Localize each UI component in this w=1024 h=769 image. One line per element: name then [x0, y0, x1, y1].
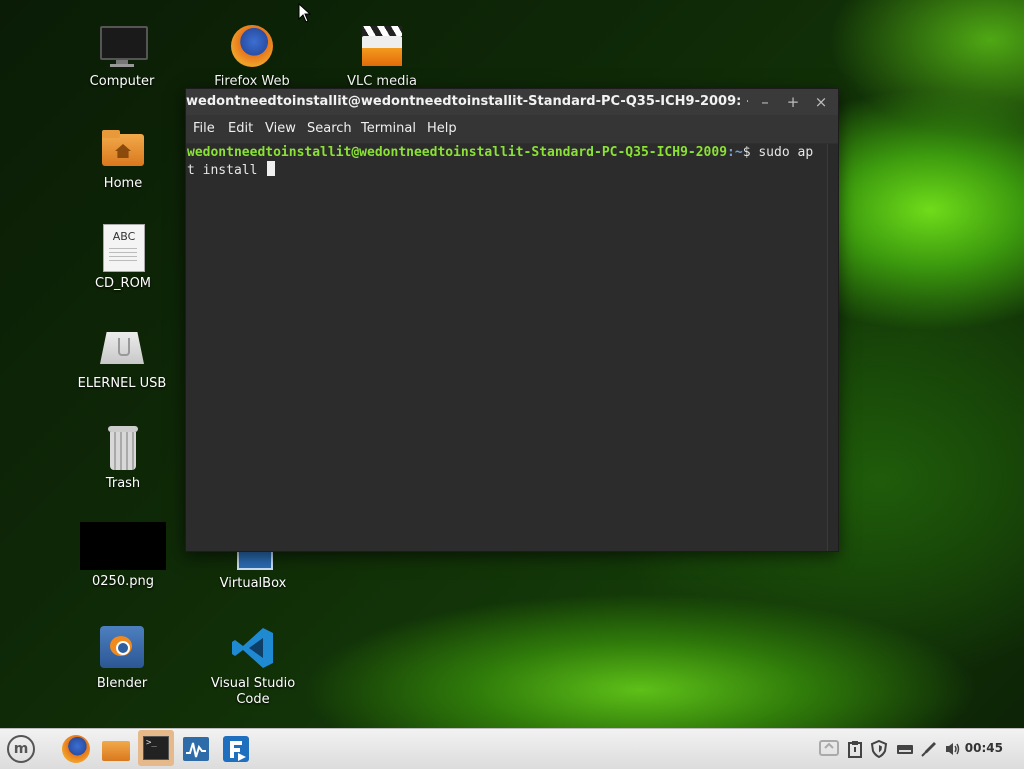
mint-menu-icon[interactable]: m — [5, 733, 37, 765]
desktop-icon-label: Computer — [89, 74, 155, 89]
scrollbar[interactable] — [827, 144, 838, 551]
desktop-icon-blender[interactable]: Blender — [72, 624, 172, 692]
mouse-pointer-icon — [298, 3, 312, 23]
menu-edit[interactable]: Edit — [228, 121, 253, 136]
pen-icon[interactable] — [920, 740, 938, 758]
terminal-window[interactable]: wedontneedtoinstallit@wedontneedtoinstal… — [185, 88, 839, 552]
computer-icon — [98, 22, 148, 70]
flash-app-icon[interactable] — [220, 733, 252, 765]
title-bar[interactable]: wedontneedtoinstallit@wedontneedtoinstal… — [186, 89, 838, 115]
prompt-symbol: $ — [742, 145, 751, 160]
update-manager-icon[interactable] — [818, 737, 840, 759]
menu-file[interactable]: File — [193, 121, 215, 136]
prompt-path: :~ — [727, 145, 743, 160]
menu-view[interactable]: View — [265, 121, 296, 136]
text-cursor — [267, 161, 276, 176]
vscode-icon — [229, 624, 277, 672]
desktop-icon-label: VirtualBox — [219, 576, 287, 591]
command-text: sudo ap — [750, 145, 814, 160]
desktop-icon-label: Visual Studio Code — [210, 676, 296, 707]
desktop-icon-label: CD_ROM — [94, 276, 152, 291]
menu-terminal[interactable]: Terminal — [361, 121, 416, 136]
shield-icon[interactable] — [870, 739, 888, 759]
desktop-icon-label: 0250.png — [92, 574, 154, 589]
desktop-icon-label: Blender — [96, 676, 148, 691]
window-title: wedontneedtoinstallit@wedontneedtoinstal… — [186, 94, 748, 109]
blender-icon — [98, 624, 146, 672]
desktop-icon-png[interactable]: 0250.png — [73, 522, 173, 590]
menu-bar: File Edit View Search Terminal Help — [186, 115, 838, 143]
desktop-icon-cdrom[interactable]: ABC CD_ROM — [73, 224, 173, 292]
command-text: t install — [187, 163, 266, 178]
network-icon[interactable] — [896, 740, 914, 758]
taskbar: m >_ 00:45 — [0, 728, 1024, 769]
minimize-button[interactable]: – — [756, 93, 774, 111]
terminal-line: wedontneedtoinstallit@wedontneedtoinstal… — [187, 144, 828, 161]
close-button[interactable]: × — [812, 93, 830, 111]
volume-icon[interactable] — [944, 740, 962, 758]
document-icon: ABC — [99, 224, 147, 272]
firefox-icon[interactable] — [60, 733, 92, 765]
system-monitor-icon[interactable] — [180, 733, 212, 765]
desktop-icon-label: ELERNEL USB — [77, 376, 167, 391]
terminal-icon[interactable]: >_ — [138, 730, 174, 766]
usb-drive-icon — [98, 324, 146, 372]
files-icon[interactable] — [100, 733, 132, 765]
trash-icon — [99, 424, 147, 472]
cd-icon-text: ABC — [112, 230, 136, 243]
menu-help[interactable]: Help — [427, 121, 457, 136]
clock[interactable]: 00:45 — [965, 741, 1003, 755]
vlc-icon — [358, 22, 406, 70]
desktop-icon-vscode[interactable]: Visual Studio Code — [203, 624, 303, 708]
terminal-line: t install — [187, 161, 828, 179]
desktop-icon-usb[interactable]: ELERNEL USB — [72, 324, 172, 392]
clipboard-icon[interactable] — [846, 740, 864, 758]
firefox-icon — [228, 22, 276, 70]
image-thumbnail — [80, 522, 166, 570]
desktop-icon-home[interactable]: Home — [73, 124, 173, 192]
home-folder-icon — [99, 124, 147, 172]
desktop-icon-trash[interactable]: Trash — [73, 424, 173, 492]
maximize-button[interactable]: + — [784, 93, 802, 111]
desktop-icon-label: Trash — [105, 476, 141, 491]
desktop-icon-label: Home — [103, 176, 143, 191]
prompt-user: wedontneedtoinstallit@wedontneedtoinstal… — [187, 145, 728, 160]
menu-search[interactable]: Search — [307, 121, 352, 136]
desktop-icon-computer[interactable]: Computer — [72, 22, 172, 90]
desktop-icon-firefox[interactable]: Firefox Web — [202, 22, 302, 90]
terminal-output[interactable]: wedontneedtoinstallit@wedontneedtoinstal… — [186, 144, 828, 551]
